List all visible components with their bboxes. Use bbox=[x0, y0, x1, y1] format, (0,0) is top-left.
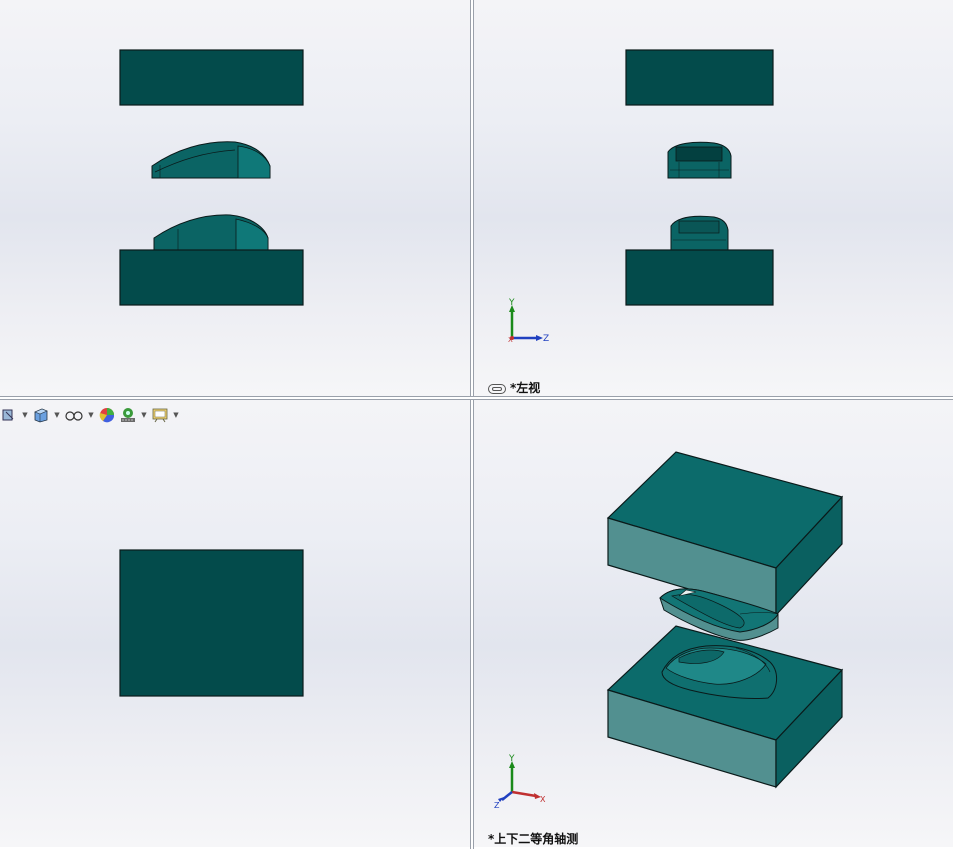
iso-viewport[interactable]: Y X Z *上下二等角轴测 bbox=[474, 400, 953, 847]
lower-mold-with-cavity bbox=[606, 625, 844, 789]
triad-left: Y Z X bbox=[508, 298, 549, 344]
iso-view-graphics: Y X Z bbox=[494, 451, 844, 810]
lower-mold-with-cavity bbox=[119, 214, 304, 306]
front-view-graphics bbox=[119, 49, 304, 306]
left-view-graphics: Y Z X bbox=[508, 49, 774, 344]
horizontal-viewport-splitter[interactable] bbox=[0, 396, 953, 400]
view-name-label: *上下二等角轴测 bbox=[488, 832, 579, 846]
front-viewport[interactable] bbox=[0, 0, 470, 396]
triad-iso: Y X Z bbox=[494, 754, 546, 810]
link-views-icon[interactable] bbox=[488, 383, 506, 394]
left-viewport[interactable]: Y Z X *左视 bbox=[474, 0, 953, 396]
view-name-label: *左视 bbox=[488, 379, 540, 396]
svg-text:X: X bbox=[508, 336, 513, 344]
lower-mold-block bbox=[119, 249, 304, 306]
lower-mold-with-cavity bbox=[625, 215, 774, 306]
svg-text:Y: Y bbox=[508, 298, 515, 308]
mouse-core-part bbox=[667, 141, 732, 179]
lower-mold-block bbox=[625, 249, 774, 306]
svg-text:Y: Y bbox=[508, 754, 515, 764]
mold-block-top-view bbox=[119, 549, 304, 697]
top-viewport[interactable]: ▼ ▼ ▼ ▼ ▼ bbox=[0, 400, 470, 847]
upper-mold-block bbox=[625, 49, 774, 106]
svg-text:Z: Z bbox=[543, 334, 549, 344]
upper-mold-block bbox=[119, 49, 304, 106]
svg-text:Z: Z bbox=[494, 801, 500, 810]
upper-mold-block bbox=[606, 451, 844, 617]
mouse-core-part bbox=[151, 141, 271, 179]
svg-text:X: X bbox=[540, 795, 546, 804]
vertical-viewport-splitter[interactable] bbox=[470, 0, 474, 849]
top-view-graphics bbox=[119, 549, 304, 697]
